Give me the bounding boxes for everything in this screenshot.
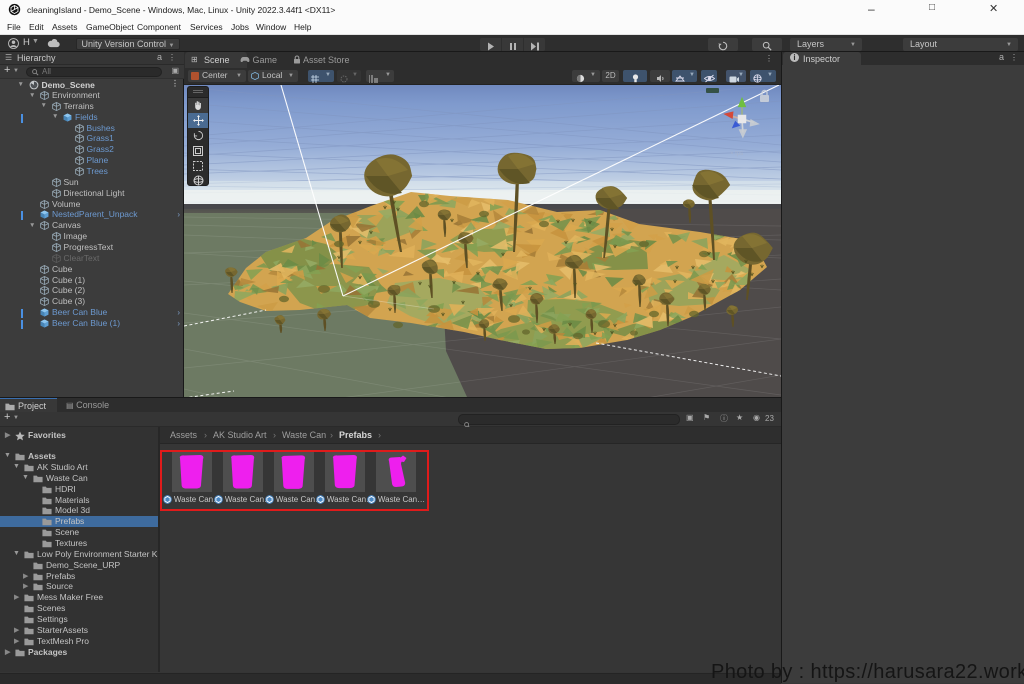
svg-text:× fps: × fps (730, 151, 743, 157)
